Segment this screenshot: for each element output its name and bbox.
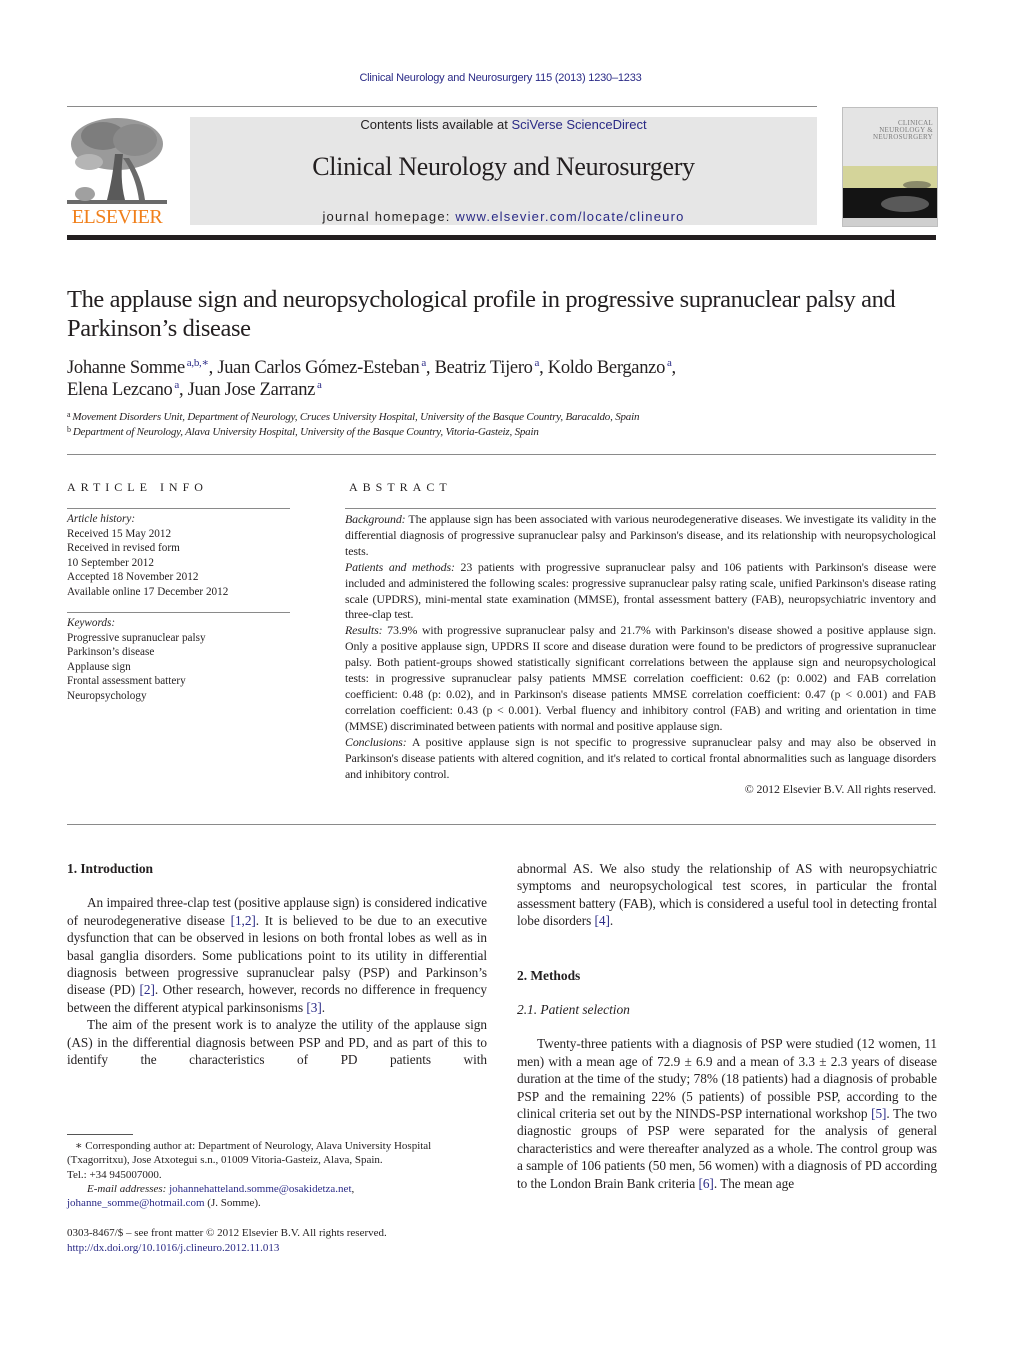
affiliation-text: Department of Neurology, Alava Universit…	[72, 426, 539, 438]
abstract-bottom-rule	[67, 824, 936, 825]
email-link[interactable]: johannehatteland.somme@osakidetza.net	[169, 1183, 351, 1195]
header-thick-rule	[67, 235, 936, 240]
section-heading-introduction: 1. Introduction	[67, 861, 154, 876]
intro-paragraph-2-part-2: abnormal AS. We also study the relations…	[517, 861, 937, 929]
affiliation-b: b Department of Neurology, Alava Universi…	[67, 425, 947, 439]
author-affiliation-mark[interactable]: a	[535, 357, 540, 369]
email-link[interactable]: johanne_somme@hotmail.com	[67, 1197, 205, 1209]
citation-link[interactable]: [1,2]	[231, 913, 256, 928]
intro-paragraph-2-part-1: The aim of the present work is to analyz…	[67, 1017, 487, 1068]
journal-banner: Contents lists available at SciVerse Sci…	[190, 117, 817, 225]
article-history-label: Article history:	[67, 513, 136, 525]
contents-prefix: Contents lists available at	[360, 117, 512, 132]
keyword: Neuropsychology	[67, 689, 147, 702]
keyword: Progressive supranuclear palsy	[67, 631, 206, 644]
abstract-background: Background: The applause sign has been a…	[345, 512, 936, 558]
elsevier-wordmark: ELSEVIER	[71, 206, 163, 228]
keyword: Parkinson’s disease	[67, 646, 155, 658]
journal-homepage-line: journal homepage: www.elsevier.com/locat…	[190, 209, 817, 224]
citation-link[interactable]: [6]	[698, 1176, 713, 1191]
front-matter-rule	[67, 454, 936, 455]
tree-logo-icon	[67, 114, 167, 206]
cover-title: CLINICAL NEUROLOGY & NEUROSURGERY	[873, 119, 933, 141]
affiliation-text: Movement Disorders Unit, Department of N…	[72, 411, 640, 423]
body-right-column: abnormal AS. We also study the relations…	[517, 860, 937, 1192]
citation-link[interactable]: [2]	[140, 982, 155, 997]
corresponding-author-address: ∗ Corresponding author at: Department of…	[67, 1140, 432, 1167]
affiliation-a: a Movement Disorders Unit, Department of …	[67, 410, 947, 424]
author-affiliation-mark[interactable]: a	[421, 357, 426, 369]
author-name: Juan Carlos Gómez-Esteban	[217, 358, 420, 378]
abstract-label: Results:	[345, 623, 383, 638]
keywords: Keywords: Progressive supranuclear palsy…	[67, 616, 290, 703]
corresponding-author-footnote: ∗ Corresponding author at: Department of…	[67, 1139, 492, 1210]
citation-link[interactable]: [4]	[595, 913, 610, 928]
article-info-heading: ARTICLE INFO	[67, 480, 208, 494]
abstract-label: Conclusions:	[345, 734, 407, 749]
abstract-heading: ABSTRACT	[349, 480, 452, 494]
author-name: Juan Jose Zarranz	[187, 380, 316, 400]
author-affiliation-mark[interactable]: a	[317, 379, 322, 391]
sciencedirect-link[interactable]: SciVerse ScienceDirect	[511, 117, 646, 132]
history-item: Received 15 May 2012	[67, 527, 172, 540]
abstract-results: Results: 73.9% with progressive supranuc…	[345, 623, 936, 733]
abstract-label: Background:	[345, 512, 406, 526]
doi-link[interactable]: http://dx.doi.org/10.1016/j.clineuro.201…	[67, 1242, 279, 1254]
subsection-heading-patient-selection: 2.1. Patient selection	[517, 1002, 630, 1018]
section-heading-methods: 2. Methods	[517, 967, 581, 983]
author-name: Elena Lezcano	[67, 380, 173, 400]
keywords-rule	[67, 612, 290, 613]
issn-line: 0303-8467/$ – see front matter © 2012 El…	[67, 1227, 387, 1239]
journal-reference-link[interactable]: Clinical Neurology and Neurosurgery 115 …	[0, 72, 1001, 84]
corresponding-author-emails: E-mail addresses: johannehatteland.somme…	[87, 1182, 355, 1195]
abstract-body: Background: The applause sign has been a…	[345, 512, 936, 798]
email-label: E-mail addresses:	[87, 1182, 167, 1195]
abstract-copyright: © 2012 Elsevier B.V. All rights reserved…	[744, 782, 936, 797]
journal-title: Clinical Neurology and Neurosurgery	[312, 152, 695, 181]
keywords-label: Keywords:	[67, 617, 116, 629]
author-affiliation-mark[interactable]: a	[174, 379, 179, 391]
issn-block: 0303-8467/$ – see front matter © 2012 El…	[67, 1226, 492, 1255]
elsevier-logo[interactable]: ELSEVIER	[67, 114, 167, 228]
history-item: Received in revised form	[67, 542, 180, 554]
citation-link[interactable]: [5]	[871, 1106, 886, 1121]
corresponding-author-phone: Tel.: +34 945007000.	[67, 1168, 162, 1181]
footnote-rule	[67, 1134, 133, 1135]
author-list: Johanne Somme a,b,∗, Juan Carlos Gómez-E…	[67, 357, 676, 401]
abstract-conclusions: Conclusions: A positive applause sign is…	[345, 734, 936, 781]
author-affiliation-mark[interactable]: a,b,∗	[187, 357, 209, 369]
history-item: Available online 17 December 2012	[67, 585, 229, 598]
abstract-methods: Patients and methods: 23 patients with p…	[345, 559, 937, 622]
article-title: The applause sign and neuropsychological…	[67, 286, 896, 342]
article-history: Article history: Received 15 May 2012 Re…	[67, 512, 290, 599]
affiliation-mark: a	[67, 410, 71, 419]
keyword: Frontal assessment battery	[67, 675, 186, 687]
abstract-label: Patients and methods:	[345, 559, 455, 574]
header-top-rule	[67, 106, 817, 107]
methods-paragraph-1: Twenty-three patients with a diagnosis o…	[517, 1036, 937, 1191]
body-left-column: 1. Introduction An impaired three-clap t…	[67, 860, 487, 1068]
homepage-prefix: journal homepage:	[322, 209, 456, 224]
author-name: Koldo Berganzo	[547, 358, 666, 378]
history-item: Accepted 18 November 2012	[67, 571, 199, 583]
article-info-rule	[67, 508, 290, 509]
citation-link[interactable]: [3]	[306, 1000, 321, 1015]
author-name: Johanne Somme	[67, 358, 185, 378]
author-affiliation-mark[interactable]: a	[667, 357, 672, 369]
affiliation-mark: b	[67, 425, 71, 434]
journal-cover-thumbnail[interactable]: CLINICAL NEUROLOGY & NEUROSURGERY	[842, 107, 938, 227]
author-name: Beatriz Tijero	[434, 358, 533, 378]
contents-line: Contents lists available at SciVerse Sci…	[190, 117, 817, 132]
cover-brain-scan	[881, 196, 929, 212]
abstract-rule	[345, 508, 936, 509]
intro-paragraph-1: An impaired three-clap test (positive ap…	[67, 895, 487, 1015]
journal-homepage-link[interactable]: www.elsevier.com/locate/clineuro	[455, 209, 684, 224]
cover-bottom	[843, 218, 937, 226]
keyword: Applause sign	[67, 660, 131, 673]
history-item: 10 September 2012	[67, 556, 154, 569]
